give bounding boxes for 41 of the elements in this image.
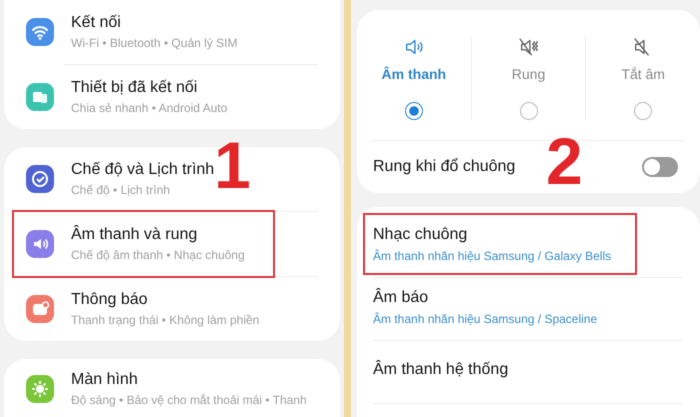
setting-label: Rung khi đổ chuông	[373, 158, 516, 176]
item-title: Âm báo	[373, 288, 430, 306]
speaker-icon	[26, 230, 54, 258]
settings-item[interactable]: Âm báo Âm thanh nhãn hiệu Samsung / Spaceline	[365, 278, 622, 336]
item-title: Âm thanh và rung	[71, 226, 198, 244]
settings-item[interactable]: Kết nối Wi-Fi • Bluetooth • Quản lý SIM	[14, 0, 242, 64]
mode-label: Tắt âm	[621, 66, 665, 82]
notification-icon	[26, 295, 54, 323]
item-subtitle: Chế độ âm thanh • Nhạc chuông	[71, 248, 245, 262]
vibrate-icon	[518, 36, 540, 58]
item-title: Âm thanh hệ thống	[373, 361, 508, 379]
radio-button[interactable]	[634, 102, 652, 120]
item-subtitle: Thanh trạng thái • Không làm phiền	[71, 313, 260, 327]
step-number: 2	[546, 128, 583, 194]
item-subtitle: Âm thanh nhãn hiệu Samsung / Spaceline	[373, 312, 598, 326]
item-subtitle: Wi-Fi • Bluetooth • Quản lý SIM	[71, 36, 238, 50]
settings-item[interactable]: Màn hình Độ sáng • Bảo vệ cho mắt thoải mái • Thanh	[14, 359, 311, 407]
mode-label: Âm thanh	[382, 66, 446, 82]
radio-button[interactable]	[520, 102, 538, 120]
radio-button[interactable]	[404, 102, 423, 120]
wifi-icon	[26, 18, 54, 46]
settings-item[interactable]: Nhạc chuông Âm thanh nhãn hiệu Samsung / Galaxy Bells	[365, 215, 636, 273]
item-subtitle: Chế độ • Lịch trình	[71, 183, 171, 197]
settings-item[interactable]: Âm thanh hệ thống	[365, 341, 532, 399]
item-subtitle: Âm thanh nhãn hiệu Samsung / Galaxy Bells	[373, 248, 612, 262]
toggle-switch[interactable]	[642, 157, 678, 177]
mode-label: Rung	[512, 66, 546, 82]
settings-item[interactable]: Thiết bị đã kết nối Chia sẻ nhanh • Android Auto	[14, 65, 232, 129]
check-icon	[26, 165, 54, 193]
item-title: Thông báo	[71, 291, 149, 309]
sun-icon	[26, 375, 54, 403]
item-subtitle: Chia sẻ nhanh • Android Auto	[71, 101, 228, 115]
settings-item[interactable]: Âm thanh và rung Chế độ âm thanh • Nhạc chuông	[14, 212, 273, 276]
item-title: Màn hình	[71, 371, 139, 389]
item-title: Nhạc chuông	[373, 226, 468, 244]
item-title: Chế độ và Lịch trình	[71, 161, 214, 179]
item-subtitle: Độ sáng • Bảo vệ cho mắt thoải mái • Thanh	[71, 393, 307, 407]
item-title: Thiết bị đã kết nối	[71, 79, 198, 97]
settings-item[interactable]: Thông báo Thanh trạng thái • Không làm phiền	[14, 277, 264, 341]
item-title: Kết nối	[71, 14, 122, 32]
devices-icon	[26, 83, 54, 111]
